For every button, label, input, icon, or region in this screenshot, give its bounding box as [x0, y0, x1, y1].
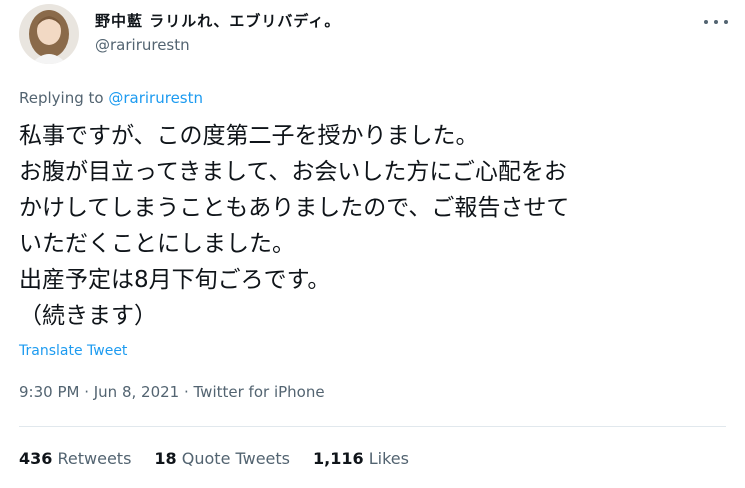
- tweet-line: かけしてしまうこともありましたので、ご報告させて: [19, 195, 570, 221]
- replying-to: Replying to @rarirurestn: [19, 89, 203, 107]
- quote-tweets-stat[interactable]: 18 Quote Tweets: [154, 449, 290, 468]
- author-display-name[interactable]: 野中藍 ラリルれ、エブリバディ。: [95, 10, 340, 31]
- likes-label: Likes: [368, 449, 409, 468]
- tweet-timestamp[interactable]: 9:30 PM · Jun 8, 2021 · Twitter for iPho…: [19, 383, 325, 401]
- retweets-label: Retweets: [57, 449, 132, 468]
- tweet-line: 出産予定は8月下旬ごろです。: [19, 267, 331, 293]
- likes-count: 1,116: [313, 449, 364, 468]
- avatar[interactable]: [19, 4, 79, 64]
- tweet-line: （続きます）: [19, 303, 157, 329]
- retweets-stat[interactable]: 436 Retweets: [19, 449, 131, 468]
- likes-stat[interactable]: 1,116 Likes: [313, 449, 409, 468]
- author-handle[interactable]: @rarirurestn: [95, 36, 190, 54]
- quotes-label: Quote Tweets: [181, 449, 290, 468]
- tweet-line: お腹が目立ってきまして、お会いした方にご心配をお: [19, 159, 567, 185]
- tweet-line: いただくことにしました。: [19, 231, 295, 257]
- more-horizontal-icon[interactable]: [704, 12, 728, 32]
- divider: [19, 426, 726, 427]
- reply-mention-link[interactable]: @rarirurestn: [108, 89, 203, 107]
- translate-tweet-link[interactable]: Translate Tweet: [19, 343, 127, 359]
- replying-prefix: Replying to: [19, 89, 104, 107]
- tweet-line: 私事ですが、この度第二子を授かりました。: [19, 123, 479, 149]
- quotes-count: 18: [154, 449, 177, 468]
- retweets-count: 436: [19, 449, 53, 468]
- tweet-text: 私事ですが、この度第二子を授かりました。 お腹が目立ってきまして、お会いした方に…: [19, 118, 734, 334]
- tweet-stats: 436 Retweets 18 Quote Tweets 1,116 Likes: [19, 449, 432, 468]
